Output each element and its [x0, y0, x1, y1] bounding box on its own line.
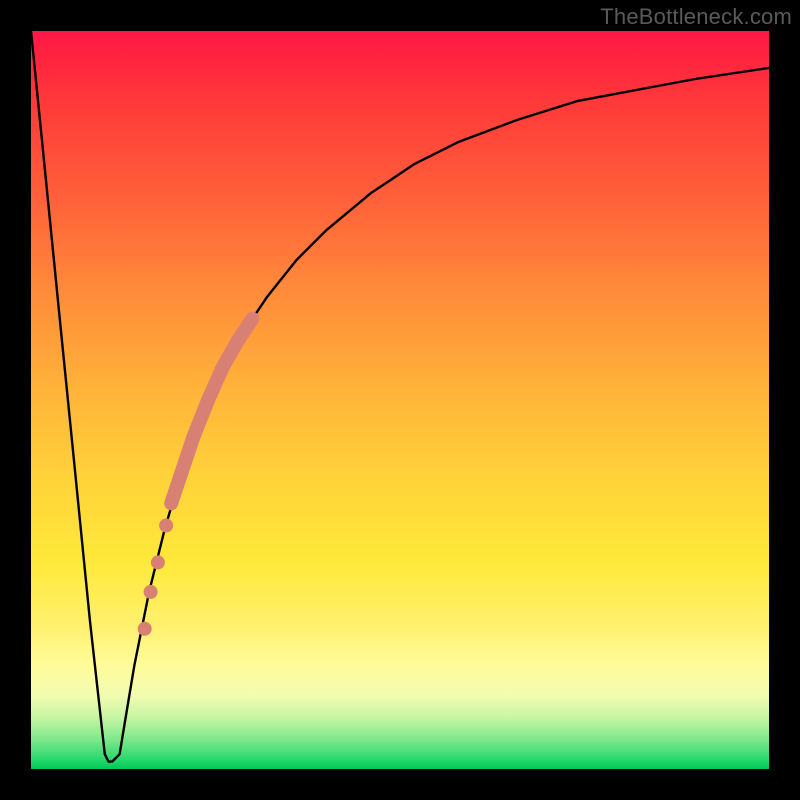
chart-frame: TheBottleneck.com — [0, 0, 800, 800]
highlight-dot — [159, 519, 173, 533]
watermark-text: TheBottleneck.com — [600, 4, 792, 30]
bottleneck-curve — [31, 31, 769, 762]
chart-svg — [31, 31, 769, 769]
highlight-dot — [138, 622, 152, 636]
highlight-segment — [171, 319, 252, 504]
plot-area — [31, 31, 769, 769]
highlight-dot — [144, 585, 158, 599]
highlight-dot — [151, 555, 165, 569]
